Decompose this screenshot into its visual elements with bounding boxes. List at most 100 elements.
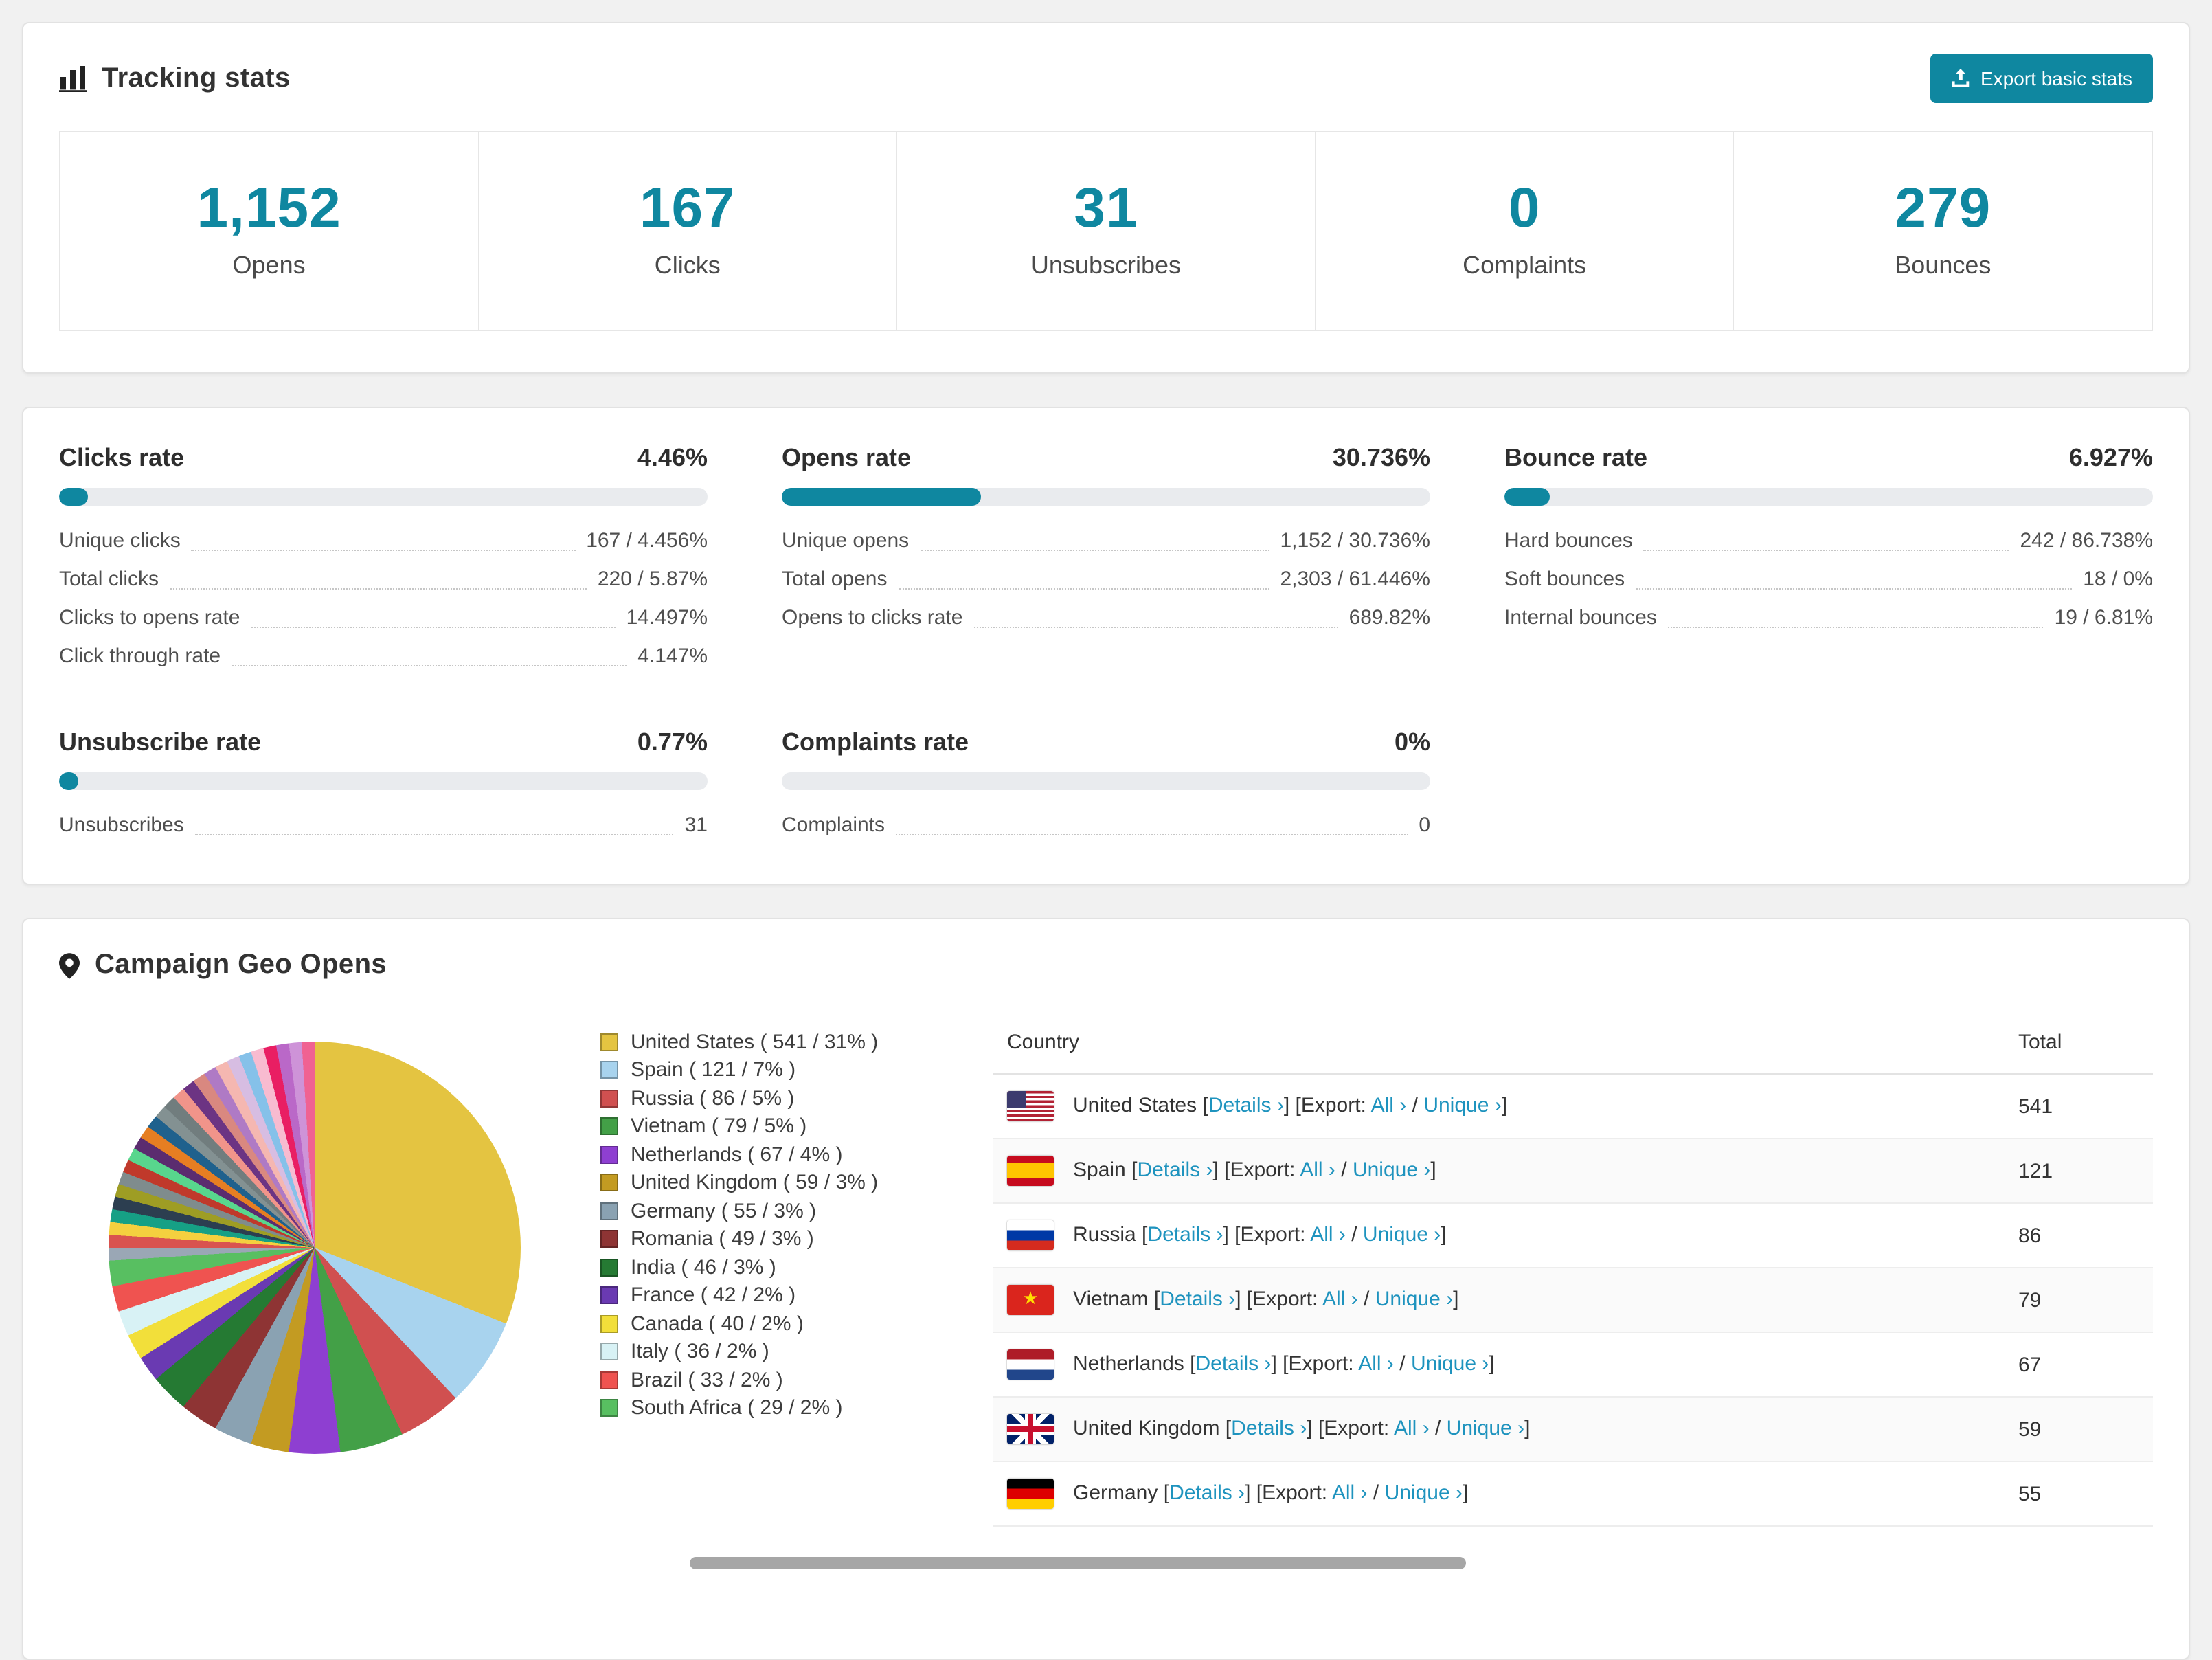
- export-text: ] [Export:: [1212, 1158, 1300, 1182]
- country-total: 79: [2005, 1268, 2153, 1333]
- unsubscribes-label: Unsubscribes: [1030, 251, 1181, 279]
- stat-box-complaints: 0 Complaints: [1316, 132, 1735, 330]
- export-all-link[interactable]: All ›: [1358, 1352, 1394, 1376]
- export-unique-link[interactable]: Unique ›: [1411, 1352, 1489, 1376]
- rate-progress-fill: [59, 488, 89, 506]
- details-link[interactable]: Details ›: [1160, 1288, 1235, 1311]
- ru-flag-icon: [1007, 1220, 1054, 1250]
- rate-metric-row: Unique opens 1,152 / 30.736%: [782, 522, 1430, 561]
- details-link[interactable]: Details ›: [1208, 1094, 1284, 1117]
- legend-item: Canada ( 40 / 2% ): [600, 1310, 947, 1338]
- export-unique-link[interactable]: Unique ›: [1353, 1158, 1430, 1182]
- dotted-leader: [898, 588, 1269, 590]
- country-name: United States: [1073, 1093, 1197, 1117]
- rate-value: 6.927%: [2068, 444, 2153, 471]
- details-link[interactable]: Details ›: [1231, 1417, 1307, 1440]
- export-unique-link[interactable]: Unique ›: [1447, 1417, 1524, 1440]
- country-name: Germany: [1073, 1481, 1158, 1505]
- details-link[interactable]: Details ›: [1169, 1481, 1245, 1505]
- country-total: 59: [2005, 1397, 2153, 1462]
- rate-metric-label: Opens to clicks rate: [782, 606, 963, 629]
- export-all-link[interactable]: All ›: [1310, 1223, 1346, 1246]
- export-all-link[interactable]: All ›: [1394, 1417, 1430, 1440]
- slash-text: /: [1345, 1222, 1363, 1246]
- export-all-link[interactable]: All ›: [1322, 1288, 1358, 1311]
- geo-table-header-row: Country Total: [993, 1011, 2153, 1075]
- legend-item: Romania ( 49 / 3% ): [600, 1225, 947, 1253]
- legend-swatch: [600, 1258, 618, 1277]
- dotted-leader: [194, 834, 674, 835]
- export-unique-link[interactable]: Unique ›: [1423, 1094, 1501, 1117]
- rates-grid: Clicks rate 4.46% Unique clicks 167 / 4.456…: [59, 444, 2153, 845]
- country-total: 67: [2005, 1332, 2153, 1398]
- legend-swatch: [600, 1033, 618, 1051]
- details-link[interactable]: Details ›: [1195, 1352, 1271, 1376]
- vn-flag-icon: [1007, 1285, 1054, 1315]
- bracket-close-text: ]: [1524, 1416, 1531, 1440]
- legend-label: Russia ( 86 / 5% ): [631, 1086, 795, 1110]
- details-link[interactable]: Details ›: [1147, 1223, 1223, 1246]
- geo-content: United States ( 541 / 31% ) Spain ( 121 /…: [23, 1003, 2189, 1527]
- geo-table-row: Netherlands [Details ›] [Export: All › /…: [993, 1332, 2153, 1398]
- rate-metric-label: Unsubscribes: [59, 814, 184, 837]
- bounces-label: Bounces: [1895, 251, 1991, 279]
- rate-metric-label: Clicks to opens rate: [59, 606, 240, 629]
- legend-item: Spain ( 121 / 7% ): [600, 1056, 947, 1084]
- legend-item: United Kingdom ( 59 / 3% ): [600, 1169, 947, 1197]
- bracket-text: [: [1136, 1222, 1148, 1246]
- legend-label: Vietnam ( 79 / 5% ): [631, 1114, 807, 1139]
- rate-progress-bar: [59, 488, 708, 506]
- export-text: ] [Export:: [1223, 1222, 1311, 1246]
- de-flag-icon: [1007, 1479, 1054, 1509]
- rate-metric-row: Soft bounces 18 / 0%: [1504, 561, 2153, 599]
- export-all-link[interactable]: All ›: [1300, 1158, 1335, 1182]
- map-pin-icon: [59, 952, 80, 979]
- geo-table-row: Germany [Details ›] [Export: All › / Uni…: [993, 1461, 2153, 1527]
- stat-box-bounces: 279 Bounces: [1735, 132, 2152, 330]
- export-text: ] [Export:: [1245, 1481, 1332, 1505]
- rate-title: Opens rate: [782, 444, 912, 471]
- rate-metric-label: Unique clicks: [59, 529, 181, 552]
- export-basic-stats-button[interactable]: Export basic stats: [1930, 54, 2153, 103]
- stats-row: 1,152 Opens 167 Clicks 31 Unsubscribes 0…: [59, 131, 2153, 331]
- rate-metric-row: Internal bounces 19 / 6.81%: [1504, 599, 2153, 638]
- legend-label: Spain ( 121 / 7% ): [631, 1058, 796, 1082]
- bracket-close-text: ]: [1430, 1158, 1436, 1182]
- tracking-stats-card: Tracking stats Export basic stats 1,152 …: [22, 22, 2190, 374]
- bar-chart-icon: [59, 65, 87, 92]
- legend-label: United Kingdom ( 59 / 3% ): [631, 1171, 879, 1195]
- rate-value: 0%: [1394, 728, 1430, 756]
- rate-metric-value: 19 / 6.81%: [2054, 606, 2153, 629]
- rate-value: 0.77%: [637, 728, 708, 756]
- stat-box-opens: 1,152 Opens: [60, 132, 479, 330]
- legend-swatch: [600, 1202, 618, 1220]
- rate-metric-label: Complaints: [782, 814, 885, 837]
- legend-label: South Africa ( 29 / 2% ): [631, 1396, 843, 1420]
- export-unique-link[interactable]: Unique ›: [1385, 1481, 1463, 1505]
- legend-item: South Africa ( 29 / 2% ): [600, 1394, 947, 1422]
- country-name: Spain: [1073, 1158, 1126, 1182]
- export-all-link[interactable]: All ›: [1332, 1481, 1368, 1505]
- geo-table: Country Total United States [Details ›] …: [993, 1011, 2153, 1527]
- legend-label: Germany ( 55 / 3% ): [631, 1199, 817, 1223]
- rate-title: Bounce rate: [1504, 444, 1648, 471]
- rate-metric-value: 31: [684, 814, 708, 837]
- country-cell: Russia [Details ›] [Export: All › / Uniq…: [993, 1203, 2005, 1268]
- export-unique-link[interactable]: Unique ›: [1375, 1288, 1453, 1311]
- details-link[interactable]: Details ›: [1137, 1158, 1212, 1182]
- horizontal-scrollbar-thumb[interactable]: [690, 1557, 1466, 1569]
- country-cell: Netherlands [Details ›] [Export: All › /…: [993, 1332, 2005, 1398]
- country-total: 55: [2005, 1461, 2153, 1527]
- export-all-link[interactable]: All ›: [1371, 1094, 1407, 1117]
- export-button-label: Export basic stats: [1980, 67, 2132, 89]
- dotted-leader: [191, 550, 576, 551]
- rate-title: Complaints rate: [782, 728, 969, 756]
- tracking-stats-header: Tracking stats Export basic stats: [23, 23, 2189, 125]
- legend-label: United States ( 541 / 31% ): [631, 1030, 879, 1054]
- legend-label: Brazil ( 33 / 2% ): [631, 1368, 783, 1392]
- nl-flag-icon: [1007, 1349, 1054, 1380]
- bracket-text: [: [1148, 1287, 1160, 1311]
- legend-swatch: [600, 1230, 618, 1248]
- export-unique-link[interactable]: Unique ›: [1363, 1223, 1441, 1246]
- geo-table-row: United States [Details ›] [Export: All ›…: [993, 1074, 2153, 1139]
